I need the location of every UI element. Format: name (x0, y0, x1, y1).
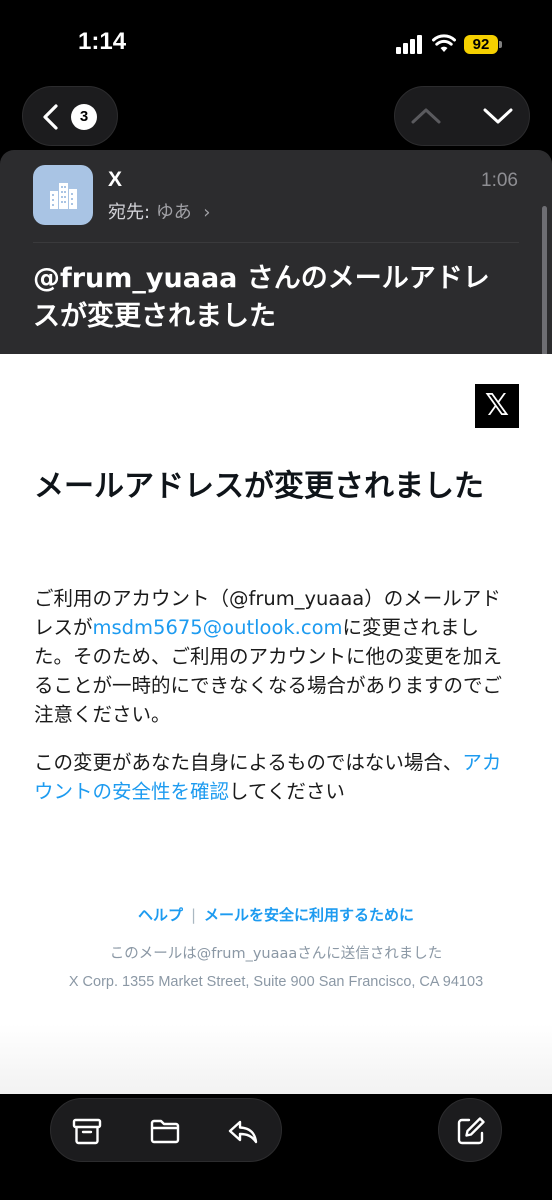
building-icon (50, 183, 77, 209)
sender-avatar[interactable] (33, 165, 93, 225)
recipient-row[interactable]: 宛先: ゆあ › (108, 198, 210, 224)
footer-links: ヘルプ | メールを安全に利用するために (0, 904, 552, 925)
mail-header: X 宛先: ゆあ › 1:06 @frum_yuaaa さんのメールアドレスが変… (0, 150, 552, 354)
wifi-icon (432, 34, 456, 52)
body-paragraph-1: ご利用のアカウント（@frum_yuaaa）のメールアドレスがmsdm5675@… (34, 587, 503, 726)
new-email-link[interactable]: msdm5675@outlook.com (93, 616, 343, 639)
status-time: 1:14 (78, 28, 127, 55)
mail-body: 𝕏 メールアドレスが変更されました ご利用のアカウント（@frum_yuaaa）… (0, 354, 552, 1094)
chevron-left-icon (43, 104, 58, 130)
scroll-indicator[interactable] (542, 206, 547, 356)
status-bar: 1:14 92 (0, 0, 552, 88)
back-button[interactable]: 3 (22, 86, 118, 146)
message-navigation (394, 86, 530, 146)
body-fade (0, 1024, 552, 1094)
mail-screen: 1:14 92 3 X 宛先: ゆあ › 1:06 @frum_yuaaa さん… (0, 0, 552, 1200)
battery-icon: 92 (464, 35, 502, 54)
x-logo: 𝕏 (475, 384, 519, 428)
mail-time: 1:06 (481, 170, 518, 191)
footer-separator: | (190, 906, 197, 924)
battery-level: 92 (464, 35, 498, 54)
bottom-toolbar (0, 1094, 552, 1200)
archive-icon[interactable] (71, 1115, 103, 1147)
header-divider (33, 242, 519, 243)
unread-count-badge: 3 (71, 104, 97, 130)
chevron-right-icon: › (197, 202, 211, 223)
compose-button[interactable] (438, 1098, 502, 1162)
previous-message-button[interactable] (409, 101, 443, 131)
footer-address: X Corp. 1355 Market Street, Suite 900 Sa… (68, 974, 484, 990)
mail-subject: @frum_yuaaa さんのメールアドレスが変更されました (33, 263, 490, 332)
body-paragraph-2: この変更があなた自身によるものではない場合、アカウントの安全性を確認してください (34, 751, 502, 803)
help-link[interactable]: ヘルプ (138, 906, 183, 924)
email-safety-link[interactable]: メールを安全に利用するために (204, 906, 414, 924)
recipient-label: 宛先: (108, 202, 151, 223)
recipient-name: ゆあ (155, 202, 192, 223)
body-title: メールアドレスが変更されました (34, 469, 484, 504)
signal-icon (396, 34, 424, 54)
folder-icon[interactable] (149, 1115, 181, 1147)
reply-icon[interactable] (227, 1115, 259, 1147)
actions-group (50, 1098, 282, 1162)
sender-name[interactable]: X (108, 168, 122, 192)
footer-sent-notice: このメールは@frum_yuaaaさんに送信されました (109, 946, 443, 962)
next-message-button[interactable] (481, 101, 515, 131)
compose-icon (457, 1117, 485, 1145)
